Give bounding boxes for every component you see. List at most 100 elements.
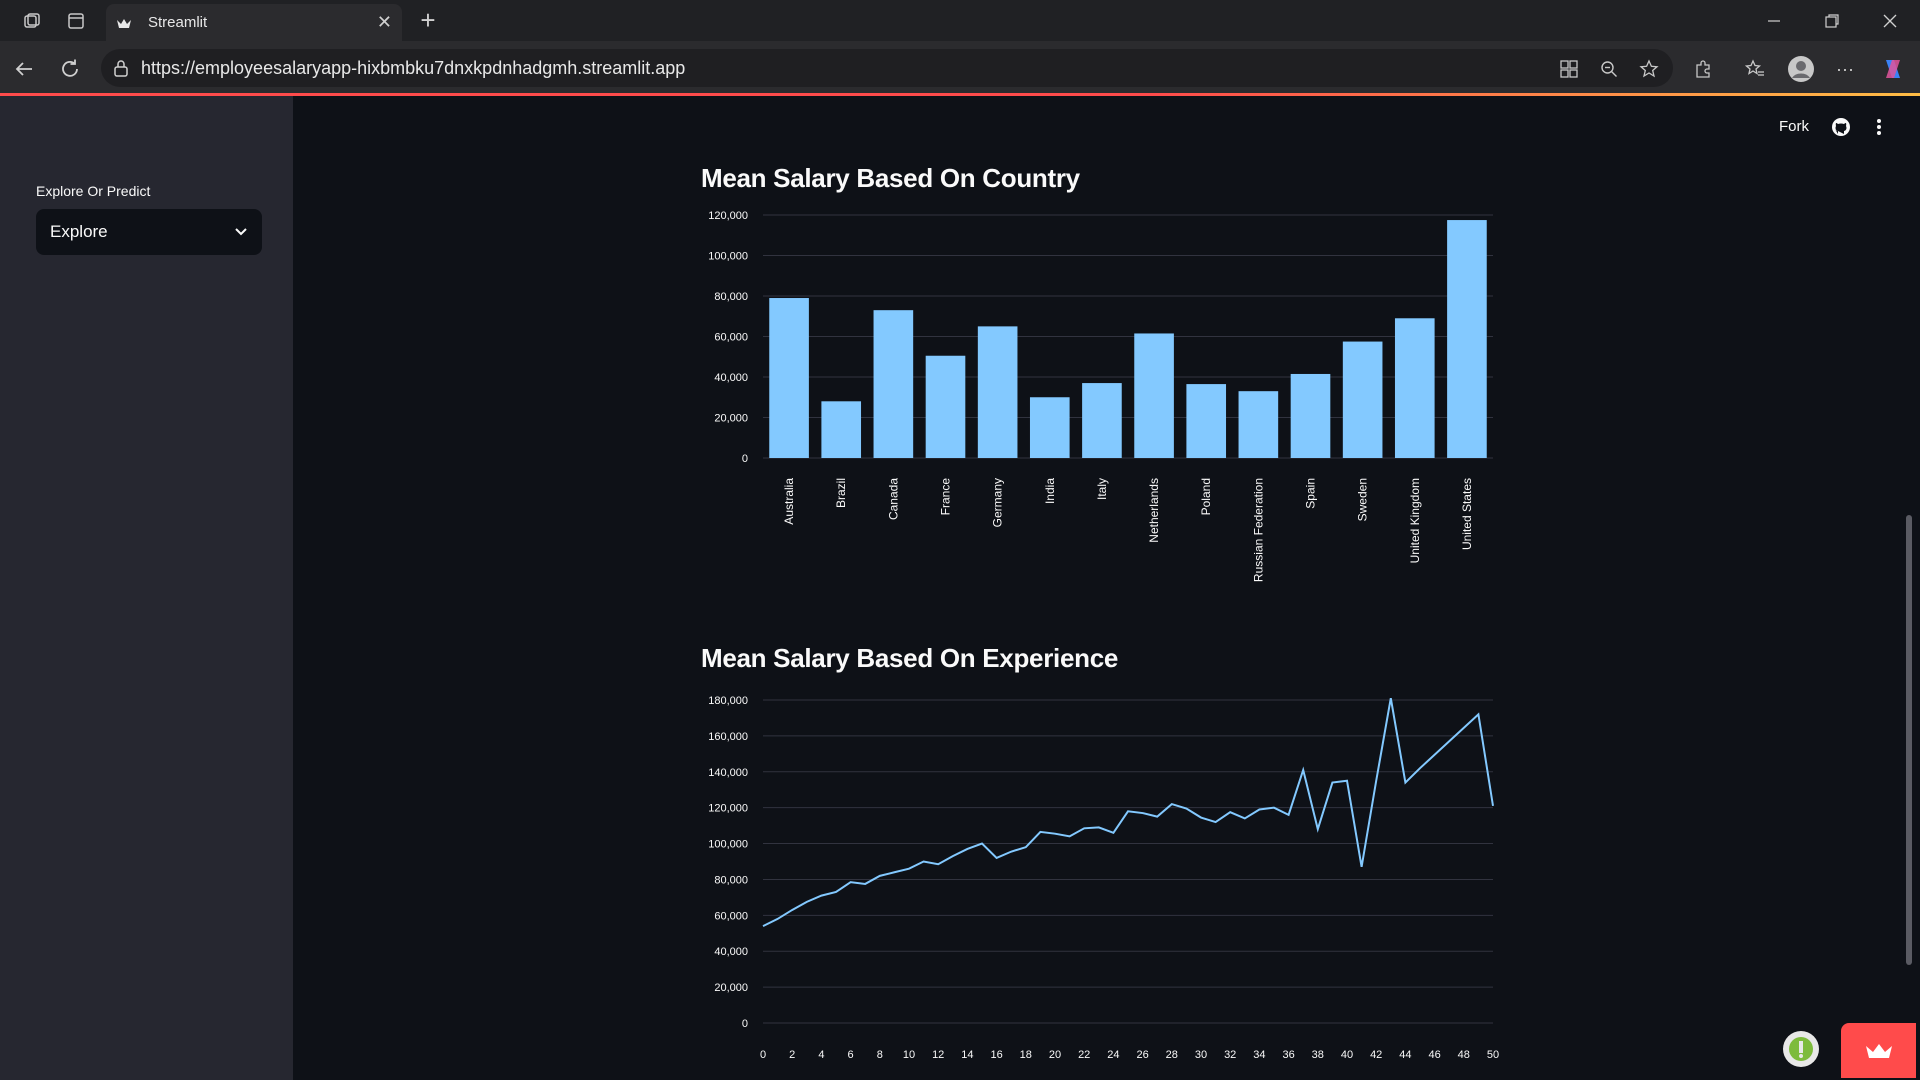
bar: [769, 298, 809, 458]
select-value: Explore: [50, 222, 108, 241]
fork-button[interactable]: Fork: [1779, 118, 1809, 135]
y-tick-label: 20,000: [714, 413, 748, 425]
y-tick-label: 60,000: [714, 332, 748, 344]
x-tick-label: 16: [990, 1049, 1002, 1061]
bar: [1342, 341, 1383, 458]
x-tick-label: 12: [932, 1049, 944, 1061]
select-label: Explore Or Predict: [36, 183, 151, 199]
bar: [1447, 220, 1487, 458]
x-tick-label: Australia: [782, 478, 796, 525]
x-tick-label: 36: [1282, 1049, 1294, 1061]
x-tick-label: 6: [848, 1049, 854, 1061]
y-tick-label: 80,000: [714, 874, 748, 886]
zoom-icon[interactable]: [1593, 53, 1625, 85]
y-tick-label: 160,000: [708, 731, 748, 743]
x-tick-label: 4: [818, 1049, 824, 1061]
github-icon[interactable]: [1829, 115, 1853, 139]
x-tick-label: Russian Federation: [1251, 478, 1265, 582]
close-tab-icon[interactable]: ✕: [377, 12, 392, 33]
app-available-icon[interactable]: [1553, 53, 1585, 85]
x-tick-label: 40: [1341, 1049, 1353, 1061]
experience-chart-title: Mean Salary Based On Experience: [701, 643, 1119, 673]
streamlit-badge-button[interactable]: [1841, 1023, 1916, 1078]
explore-predict-select[interactable]: Explore: [36, 209, 262, 255]
country-chart-title: Mean Salary Based On Country: [701, 163, 1080, 193]
bar: [1290, 373, 1331, 458]
restore-icon[interactable]: [1803, 0, 1861, 41]
y-tick-label: 100,000: [708, 251, 748, 263]
tab-actions-icon[interactable]: [54, 0, 98, 41]
x-tick-label: 26: [1136, 1049, 1148, 1061]
x-tick-label: Sweden: [1356, 478, 1370, 521]
profile-avatar-icon[interactable]: [1785, 53, 1817, 85]
x-tick-label: Netherlands: [1147, 478, 1161, 543]
back-icon[interactable]: [8, 53, 40, 85]
x-tick-label: Canada: [886, 478, 900, 520]
x-tick-label: 22: [1078, 1049, 1090, 1061]
y-tick-label: 120,000: [708, 210, 748, 222]
x-tick-label: 10: [903, 1049, 915, 1061]
bar: [977, 326, 1018, 458]
x-tick-label: 20: [1049, 1049, 1061, 1061]
x-tick-label: 8: [877, 1049, 883, 1061]
bar: [1238, 391, 1279, 458]
bar: [1029, 397, 1070, 458]
more-options-icon[interactable]: ···: [1829, 53, 1861, 85]
bar: [1186, 384, 1227, 458]
bar: [1134, 333, 1174, 458]
y-tick-label: 40,000: [714, 946, 748, 958]
x-tick-label: India: [1043, 478, 1057, 504]
lock-icon[interactable]: [113, 59, 129, 82]
x-tick-label: 18: [1020, 1049, 1032, 1061]
x-tick-label: 30: [1195, 1049, 1207, 1061]
manage-app-icon[interactable]: [1783, 1031, 1819, 1067]
copilot-icon[interactable]: [1877, 53, 1909, 85]
bar: [925, 355, 966, 458]
y-tick-label: 0: [742, 453, 748, 465]
tab-title: Streamlit: [148, 14, 208, 31]
reload-icon[interactable]: [54, 53, 86, 85]
workspaces-icon[interactable]: [10, 0, 54, 41]
minimize-icon[interactable]: [1745, 0, 1803, 41]
x-tick-label: 2: [789, 1049, 795, 1061]
chevron-down-icon: [234, 222, 248, 242]
x-tick-label: 28: [1166, 1049, 1178, 1061]
new-tab-icon[interactable]: +: [414, 7, 442, 35]
bar: [873, 310, 914, 458]
page-scrollbar[interactable]: [1906, 515, 1912, 965]
series-line: [762, 698, 1494, 927]
experience-salary-line-chart: 0 20,000 40,000 60,000 80,000 100,000 120,000 1…: [708, 695, 1499, 1061]
x-tick-label: 50: [1487, 1049, 1499, 1061]
x-tick-label: United States: [1460, 478, 1474, 550]
y-tick-label: 180,000: [708, 695, 748, 707]
extensions-icon[interactable]: [1687, 53, 1719, 85]
country-salary-bar-chart: 0 20,000 40,000 60,000 80,000 100,000 120,000 A…: [708, 210, 1493, 582]
x-tick-label: 14: [961, 1049, 973, 1061]
x-tick-label: Germany: [991, 478, 1005, 527]
y-tick-label: 120,000: [708, 803, 748, 815]
favorite-star-icon[interactable]: [1633, 53, 1665, 85]
bar: [1082, 383, 1122, 458]
x-tick-label: Italy: [1095, 478, 1109, 500]
url-bar[interactable]: https://employeesalaryapp-hixbmbku7dnxkp…: [101, 49, 1673, 87]
x-tick-label: Poland: [1199, 478, 1213, 515]
x-tick-label: 48: [1458, 1049, 1470, 1061]
y-tick-label: 20,000: [714, 982, 748, 994]
y-tick-label: 40,000: [714, 372, 748, 384]
tab-streamlit[interactable]: Streamlit ✕: [106, 4, 402, 41]
y-tick-label: 60,000: [714, 910, 748, 922]
favorites-icon[interactable]: [1739, 53, 1771, 85]
x-tick-label: 0: [760, 1049, 766, 1061]
main-menu-icon[interactable]: [1867, 115, 1891, 139]
x-tick-label: France: [939, 478, 953, 516]
x-tick-label: 32: [1224, 1049, 1236, 1061]
close-window-icon[interactable]: [1861, 0, 1919, 41]
y-tick-label: 80,000: [714, 291, 748, 303]
x-tick-label: 34: [1253, 1049, 1265, 1061]
y-tick-label: 140,000: [708, 767, 748, 779]
x-tick-label: 42: [1370, 1049, 1382, 1061]
url-text: https://employeesalaryapp-hixbmbku7dnxkp…: [141, 57, 686, 78]
x-tick-label: Brazil: [834, 478, 848, 508]
bar: [1394, 318, 1435, 458]
x-tick-label: 46: [1428, 1049, 1440, 1061]
